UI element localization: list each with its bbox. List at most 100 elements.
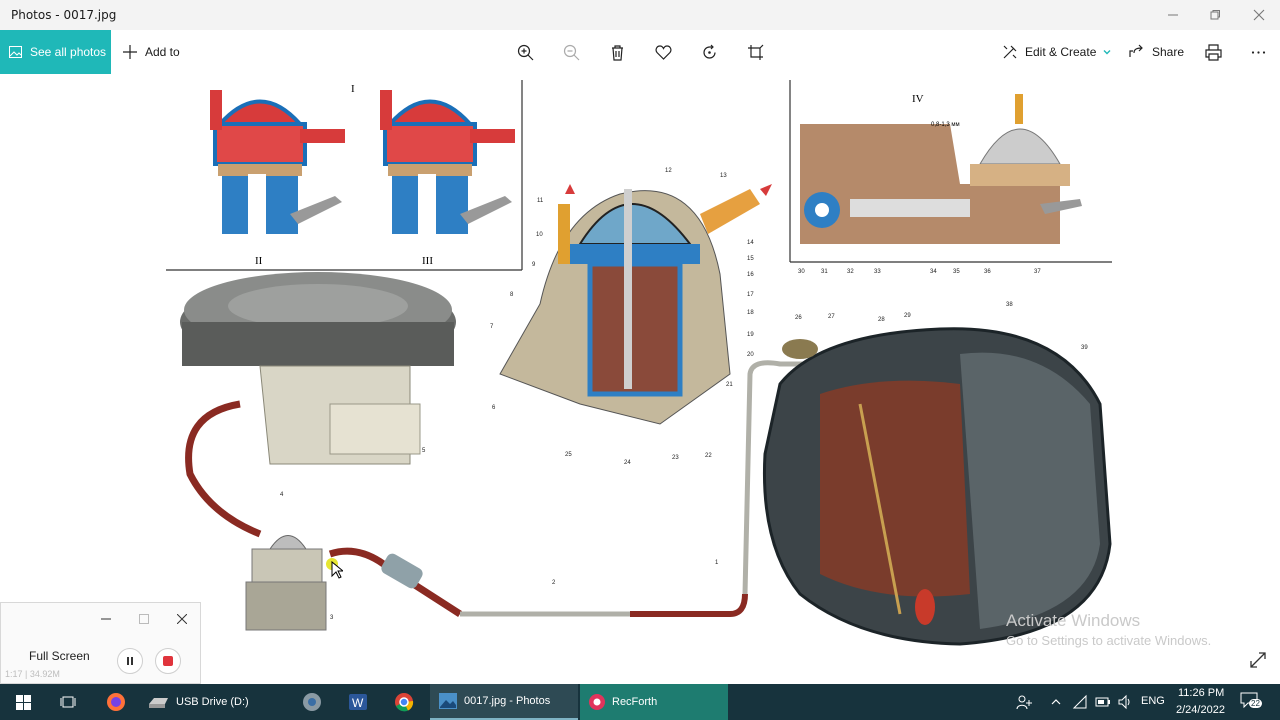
zoom-out-button[interactable] — [561, 42, 581, 62]
air-filter-carburetor — [180, 272, 456, 465]
callout-5: 5 — [422, 448, 426, 454]
taskbar-usb-drive[interactable]: USB Drive (D:) — [138, 684, 286, 720]
battery-icon[interactable] — [1095, 696, 1111, 708]
share-icon — [1129, 44, 1143, 57]
callout-10: 10 — [536, 232, 543, 238]
panel-label-iv: IV — [912, 93, 924, 105]
chevron-up-icon[interactable] — [1050, 696, 1062, 708]
plus-icon — [123, 45, 137, 59]
title-bar: Photos - 0017.jpg — [0, 0, 1280, 30]
clock-date[interactable]: 2/24/2022 — [1176, 704, 1225, 716]
volume-icon[interactable] — [1117, 694, 1133, 710]
more-icon — [1251, 50, 1265, 54]
close-button[interactable] — [1236, 0, 1280, 30]
svg-text:W: W — [352, 696, 364, 710]
minimize-button[interactable] — [1150, 0, 1196, 30]
panel-label-i: I — [351, 83, 355, 95]
chrome-secondary-icon — [303, 693, 321, 711]
callout-20: 20 — [747, 352, 754, 358]
people-icon[interactable] — [1016, 694, 1032, 710]
maximize-icon — [1210, 10, 1220, 20]
stop-icon — [163, 656, 173, 666]
word-app[interactable]: W — [346, 684, 370, 720]
edit-create-label: Edit & Create — [1025, 45, 1097, 59]
callout-37: 37 — [1034, 269, 1041, 275]
recorder-minimize-icon[interactable] — [101, 614, 111, 624]
gallery-icon — [9, 46, 22, 58]
see-all-photos-button[interactable]: See all photos — [0, 30, 111, 74]
mechanical-fuel-pump — [245, 535, 338, 631]
recorder-close-icon[interactable] — [177, 614, 187, 624]
callout-17: 17 — [747, 292, 754, 298]
minimize-icon — [1168, 14, 1178, 16]
callout-39: 39 — [1081, 345, 1088, 351]
callout-8: 8 — [510, 292, 514, 298]
callout-11: 11 — [537, 198, 544, 204]
recorder-maximize-icon[interactable] — [139, 614, 149, 624]
dimension-label: 0,8-1,3 мм — [931, 122, 960, 128]
start-button[interactable] — [10, 684, 36, 720]
callout-12: 12 — [665, 168, 672, 174]
add-to-button[interactable]: Add to — [122, 30, 180, 74]
windows-taskbar: USB Drive (D:) W 0017.jpg - Photos RecFo… — [0, 684, 1280, 720]
callout-4: 4 — [280, 492, 284, 498]
print-button[interactable] — [1203, 42, 1223, 62]
notification-count-badge: 22 — [1249, 699, 1262, 708]
more-button[interactable] — [1248, 42, 1268, 62]
record-icon — [589, 694, 605, 710]
rotate-icon — [702, 44, 716, 59]
callout-29: 29 — [904, 313, 911, 319]
pause-icon — [127, 657, 133, 665]
chrome-app-secondary[interactable] — [300, 684, 324, 720]
expand-icon[interactable] — [1248, 650, 1268, 670]
taskbar-recforth[interactable]: RecForth — [580, 684, 728, 720]
share-button[interactable]: Share — [1128, 30, 1184, 74]
zoom-in-icon — [517, 44, 533, 60]
drive-icon — [149, 698, 168, 708]
photos-app: Photos - 0017.jpg See all photos Add to — [0, 0, 1280, 720]
callout-21: 21 — [726, 382, 733, 388]
firefox-app[interactable] — [104, 684, 128, 720]
callout-9: 9 — [532, 262, 536, 268]
callout-33: 33 — [874, 269, 881, 275]
crop-button[interactable] — [745, 42, 765, 62]
favorite-icon — [655, 44, 671, 60]
mouse-cursor — [331, 561, 343, 579]
fuel-tank — [762, 327, 1112, 646]
edit-create-icon — [1003, 45, 1017, 59]
callout-19: 19 — [747, 332, 754, 338]
wifi-icon[interactable] — [1072, 694, 1088, 710]
chrome-app[interactable] — [392, 684, 416, 720]
edit-create-button[interactable]: Edit & Create — [1002, 30, 1112, 74]
usb-drive-label: USB Drive (D:) — [176, 696, 249, 708]
language-indicator[interactable]: ENG — [1141, 695, 1165, 707]
callout-30: 30 — [798, 269, 805, 275]
rotate-button[interactable] — [699, 42, 719, 62]
favorite-button[interactable] — [653, 42, 673, 62]
fuel-system-diagram-image: I II III IV 0,8-1,3 мм 1 2 3 4 5 6 7 8 9… — [166, 80, 1112, 646]
watermark-line-2: Go to Settings to activate Windows. — [1006, 633, 1212, 648]
callout-7: 7 — [490, 324, 494, 330]
clock-time[interactable]: 11:26 PM — [1178, 687, 1224, 699]
delete-button[interactable] — [607, 42, 627, 62]
task-view-button[interactable] — [56, 684, 80, 720]
photos-app-label: 0017.jpg - Photos — [464, 695, 551, 707]
photo-toolbar: See all photos Add to Edit & Create Shar… — [0, 30, 1280, 74]
pause-button[interactable] — [117, 648, 143, 674]
photos-icon — [439, 693, 457, 709]
chrome-icon — [395, 693, 414, 712]
callout-36: 36 — [984, 269, 991, 275]
pump-drive-panel: IV 0,8-1,3 мм — [789, 80, 1112, 263]
chevron-down-icon — [1103, 50, 1111, 55]
maximize-button[interactable] — [1192, 0, 1238, 30]
notifications-button[interactable]: 22 — [1240, 692, 1262, 712]
close-icon — [1253, 9, 1265, 21]
watermark-line-1: Activate Windows — [1006, 611, 1141, 630]
windows-logo-icon — [15, 694, 31, 710]
print-icon — [1204, 43, 1222, 61]
word-icon: W — [349, 694, 367, 710]
zoom-in-button[interactable] — [515, 42, 535, 62]
taskbar-photos[interactable]: 0017.jpg - Photos — [430, 684, 578, 720]
share-label: Share — [1152, 45, 1185, 59]
stop-button[interactable] — [155, 648, 181, 674]
